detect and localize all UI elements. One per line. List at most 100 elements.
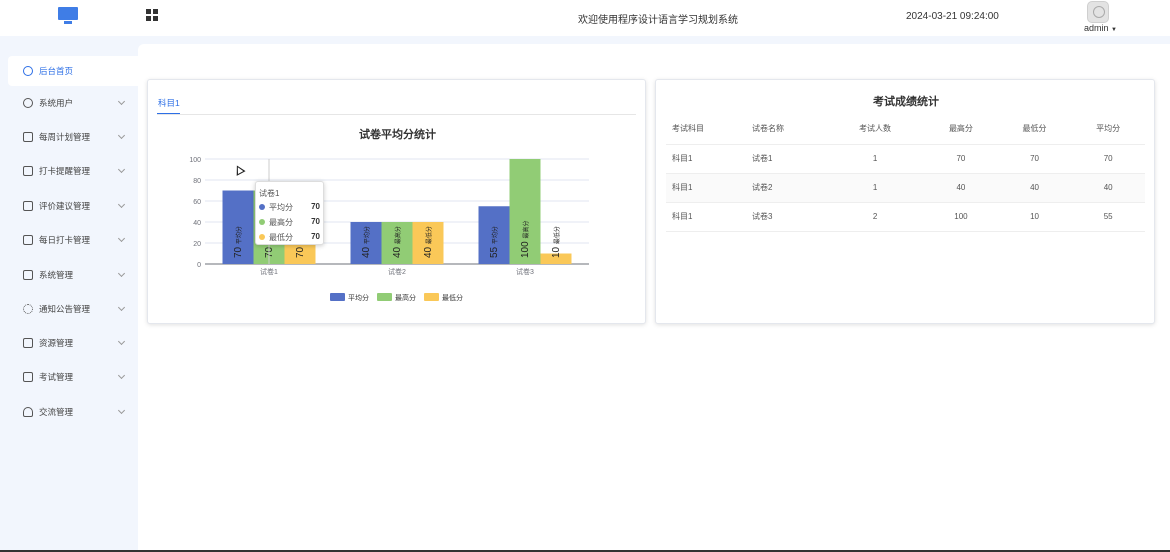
sidebar: 后台首页 系统用户 每周计划管理 打卡提醒管理 评价建议管理 每日打卡管理 系统… bbox=[0, 36, 138, 552]
chevron-down-icon bbox=[117, 406, 126, 415]
tooltip-series-name: 平均分 bbox=[269, 203, 293, 212]
puzzle-icon bbox=[23, 372, 33, 382]
table-cell: 40 bbox=[997, 173, 1072, 203]
table-cell: 试卷3 bbox=[746, 202, 826, 232]
table-header-row: 考试科目 试卷名称 考试人数 最高分 最低分 平均分 bbox=[666, 114, 1145, 145]
sidebar-item-label: 系统用户 bbox=[39, 98, 74, 108]
legend-swatch bbox=[424, 293, 439, 301]
legend-swatch bbox=[377, 293, 392, 301]
current-datetime: 2024-03-21 09:24:00 bbox=[906, 11, 999, 22]
tooltip-row: 最高分 70 bbox=[259, 217, 322, 229]
bar-data-label: 10 最低分 bbox=[551, 226, 562, 258]
headset-icon bbox=[23, 407, 33, 417]
legend-label: 最高分 bbox=[395, 293, 416, 302]
sidebar-item-label: 资源管理 bbox=[39, 338, 74, 348]
column-header: 平均分 bbox=[1071, 114, 1145, 145]
chart-tooltip: 试卷1 平均分 70 最高分 70 最低分 70 bbox=[255, 181, 324, 245]
x-tick-label: 试卷3 bbox=[516, 267, 534, 276]
bar-series-name: 最高分 bbox=[394, 226, 402, 244]
table-cell: 试卷1 bbox=[746, 144, 826, 174]
sun-icon bbox=[23, 304, 33, 314]
table-cell: 1 bbox=[826, 173, 925, 203]
table-cell: 70 bbox=[924, 144, 998, 174]
bar-value: 100 bbox=[520, 239, 531, 258]
avatar[interactable] bbox=[1087, 1, 1109, 23]
x-tick-label: 试卷2 bbox=[388, 267, 406, 276]
bar-value: 70 bbox=[295, 244, 306, 258]
sidebar-item-system[interactable]: 系统管理 bbox=[8, 260, 138, 290]
chevron-down-icon bbox=[117, 165, 126, 174]
chevron-down-icon bbox=[117, 337, 126, 346]
bar-value: 40 bbox=[361, 244, 372, 258]
site-title: 欢迎使用程序设计语言学习规划系统 bbox=[578, 15, 738, 26]
sidebar-item-label: 打卡提醒管理 bbox=[39, 166, 91, 176]
table-cell: 40 bbox=[924, 173, 998, 203]
legend-label: 最低分 bbox=[442, 293, 463, 302]
table-cell: 科目1 bbox=[666, 202, 746, 232]
menu-grid-icon[interactable] bbox=[146, 9, 159, 22]
sidebar-item-label: 系统管理 bbox=[39, 270, 74, 280]
sidebar-item-resources[interactable]: 资源管理 bbox=[8, 328, 138, 358]
sidebar-item-label: 交流管理 bbox=[39, 407, 74, 417]
sidebar-item-home[interactable]: 后台首页 bbox=[8, 56, 138, 86]
sidebar-item-checkin-reminder[interactable]: 打卡提醒管理 bbox=[8, 156, 138, 186]
bar-value: 10 bbox=[551, 244, 562, 258]
table-row: 科目1 试卷3 2 100 10 55 bbox=[666, 202, 1145, 232]
table-cell: 科目1 bbox=[666, 144, 746, 174]
username: admin bbox=[1084, 23, 1109, 33]
sidebar-item-exams[interactable]: 考试管理 bbox=[8, 362, 138, 392]
user-icon bbox=[23, 98, 33, 108]
tooltip-series-name: 最低分 bbox=[269, 233, 293, 242]
sidebar-item-label: 后台首页 bbox=[39, 66, 74, 76]
table-cell: 1 bbox=[826, 144, 925, 174]
sidebar-item-label: 每周计划管理 bbox=[39, 132, 91, 142]
tooltip-series-value: 70 bbox=[311, 217, 320, 226]
clock-icon bbox=[23, 66, 33, 76]
bar-series-name: 最低分 bbox=[425, 226, 433, 244]
x-tick-label: 试卷1 bbox=[260, 267, 278, 276]
y-tick-label: 100 bbox=[189, 157, 201, 164]
bar-series-name: 平均分 bbox=[491, 226, 499, 244]
sidebar-item-label: 每日打卡管理 bbox=[39, 235, 91, 245]
exam-stats-card: 考试成绩统计 考试科目 试卷名称 考试人数 最高分 最低分 平均分 科目1 试卷… bbox=[655, 79, 1155, 324]
chevron-down-icon bbox=[117, 269, 126, 278]
table-title: 考试成绩统计 bbox=[873, 96, 939, 108]
table-cell: 科目1 bbox=[666, 173, 746, 203]
column-header: 最低分 bbox=[997, 114, 1072, 145]
printer-icon bbox=[23, 338, 33, 348]
bar-series-name: 平均分 bbox=[235, 226, 243, 244]
table-cell: 55 bbox=[1071, 202, 1145, 232]
calendar-icon bbox=[23, 166, 33, 176]
legend-dot bbox=[259, 234, 265, 240]
top-bar: 欢迎使用程序设计语言学习规划系统 2024-03-21 09:24:00 adm… bbox=[0, 0, 1170, 36]
monitor-logo-icon[interactable] bbox=[58, 7, 78, 25]
table-row: 科目1 试卷1 1 70 70 70 bbox=[666, 144, 1145, 174]
sidebar-item-weekly-plan[interactable]: 每周计划管理 bbox=[8, 122, 138, 152]
column-header: 试卷名称 bbox=[746, 114, 826, 145]
tooltip-row: 平均分 70 bbox=[259, 202, 322, 214]
sidebar-item-notices[interactable]: 通知公告管理 bbox=[8, 294, 138, 324]
caret-down-icon: ▼ bbox=[1111, 27, 1117, 33]
user-menu[interactable]: admin ▼ bbox=[1084, 23, 1117, 33]
table-cell: 2 bbox=[826, 202, 925, 232]
sidebar-item-daily-checkin[interactable]: 每日打卡管理 bbox=[8, 225, 138, 255]
table-cell: 试卷2 bbox=[746, 173, 826, 203]
table-row: 科目1 试卷2 1 40 40 40 bbox=[666, 173, 1145, 203]
sidebar-item-communication[interactable]: 交流管理 bbox=[8, 397, 138, 427]
legend-dot bbox=[259, 219, 265, 225]
calendar-icon bbox=[23, 235, 33, 245]
tooltip-title: 试卷1 bbox=[259, 189, 280, 198]
legend-label: 平均分 bbox=[348, 293, 369, 302]
calendar-icon bbox=[23, 132, 33, 142]
chevron-down-icon bbox=[117, 131, 126, 140]
y-tick-label: 40 bbox=[193, 220, 201, 227]
sidebar-item-system-users[interactable]: 系统用户 bbox=[8, 88, 138, 118]
tooltip-series-value: 70 bbox=[311, 232, 320, 241]
tooltip-row: 最低分 70 bbox=[259, 232, 322, 244]
sidebar-item-label: 通知公告管理 bbox=[39, 304, 91, 314]
chevron-down-icon bbox=[117, 234, 126, 243]
sidebar-item-feedback[interactable]: 评价建议管理 bbox=[8, 191, 138, 221]
column-header: 考试人数 bbox=[826, 114, 925, 145]
exam-stats-table: 考试科目 试卷名称 考试人数 最高分 最低分 平均分 科目1 试卷1 1 70 … bbox=[666, 114, 1145, 232]
bar-value: 40 bbox=[423, 244, 434, 258]
